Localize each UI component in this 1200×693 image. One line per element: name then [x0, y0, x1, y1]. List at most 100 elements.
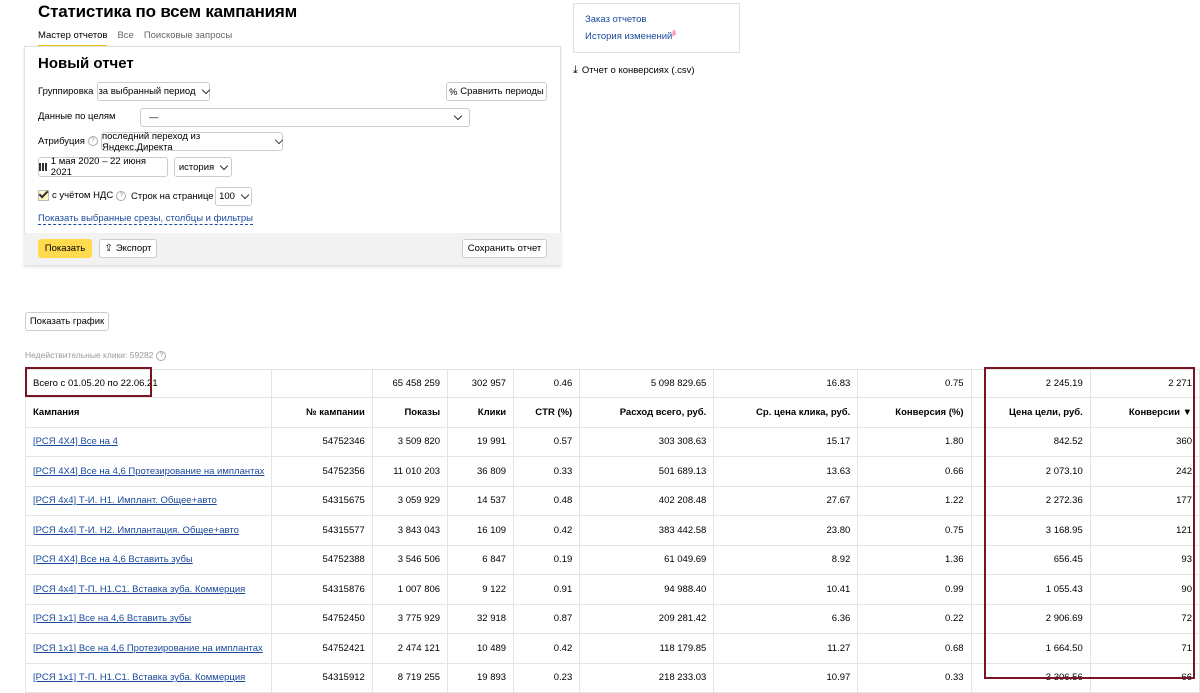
- vat-label: с учётом НДС: [52, 190, 114, 201]
- campaign-link[interactable]: [РСЯ 4х4] Т-И. Н2. Имплантация. Общее+ав…: [33, 525, 239, 536]
- goals-select[interactable]: —: [140, 108, 470, 127]
- show-filters-link[interactable]: Показать выбранные срезы, столбцы и филь…: [38, 213, 253, 225]
- table-total-row-cell: 0.46: [513, 369, 581, 398]
- table-row-cell: 54315577: [271, 515, 373, 546]
- compare-periods-button[interactable]: % Сравнить периоды: [446, 82, 547, 101]
- table-row-cell: 0.33: [513, 456, 581, 487]
- conversions-report-link[interactable]: ⤓ Отчет о конверсиях (.csv): [573, 64, 695, 77]
- date-range-value: 1 мая 2020 – 22 июня 2021: [50, 156, 147, 178]
- campaign-link[interactable]: [РСЯ 4Х4] Все на 4,6 Протезирование на и…: [33, 466, 264, 477]
- tab-search-queries[interactable]: Поисковые запросы: [144, 30, 232, 47]
- checkmark-icon: [38, 188, 49, 201]
- history-value: история: [178, 161, 215, 173]
- table-row-cell: [РСЯ 4Х4] Все на 4: [24, 426, 273, 457]
- table-row-cell: 0.48: [513, 485, 581, 516]
- side-links-box: [573, 3, 740, 53]
- table-total-row-cell: 302 957: [447, 369, 515, 398]
- table-row-cell: 10 489: [447, 633, 515, 664]
- table-header-row-cell: Расход всего, руб.: [579, 397, 715, 428]
- table-row-cell: 27.67: [713, 485, 859, 516]
- table-header-row-cell: CTR (%): [513, 397, 581, 428]
- table-row-cell: 0.91: [513, 574, 581, 605]
- show-button[interactable]: Показать: [38, 239, 92, 258]
- table-row-cell: [РСЯ 4х4] Т-И. Н1. Имплант. Общее+авто: [24, 485, 273, 516]
- table-row-cell: 11.27: [713, 633, 859, 664]
- export-icon: ⇪: [104, 243, 113, 254]
- history-select[interactable]: история: [174, 157, 232, 177]
- table-row-cell: 1.22: [857, 485, 972, 516]
- show-chart-button[interactable]: Показать график: [25, 312, 109, 331]
- table-header-row-cell: Конверсия (%): [857, 397, 972, 428]
- table-row-cell: 0.42: [513, 633, 581, 664]
- export-button[interactable]: ⇪ Экспорт: [99, 239, 157, 258]
- table-row-cell: 54752450: [271, 603, 373, 634]
- table-row-cell: 3 546 506: [371, 544, 449, 575]
- table-header-row-cell: № кампании: [271, 397, 373, 428]
- table-row-cell: 1.36: [857, 544, 972, 575]
- table-row-cell: 0.99: [857, 574, 972, 605]
- table-row-cell: 14 537: [447, 485, 515, 516]
- table-row-cell: 54752388: [271, 544, 373, 575]
- goals-label: Данные по целям: [38, 111, 116, 122]
- table-row-cell: 23.80: [713, 515, 859, 546]
- campaign-link[interactable]: [РСЯ 4х4] Т-П. Н1.С1. Вставка зуба. Комм…: [33, 584, 245, 595]
- table-row-cell: 218 233.03: [579, 662, 715, 693]
- order-reports-link[interactable]: Заказ отчетов: [585, 14, 646, 25]
- campaign-link[interactable]: [РСЯ 1х1] Все на 4,6 Протезирование на и…: [33, 643, 263, 654]
- save-report-button[interactable]: Сохранить отчет: [462, 239, 547, 258]
- campaign-link[interactable]: [РСЯ 1х1] Все на 4,6 Вставить зубы: [33, 613, 191, 624]
- table-row-cell: 54315876: [271, 574, 373, 605]
- table-row-cell: 402 208.48: [579, 485, 715, 516]
- table-row-cell: [РСЯ 4х4] Т-И. Н2. Имплантация. Общее+ав…: [24, 515, 273, 546]
- table-row-cell: 303 308.63: [579, 426, 715, 457]
- grouping-label: Группировка: [38, 86, 94, 97]
- report-tabs: Мастер отчетов Все Поисковые запросы: [38, 30, 232, 47]
- grouping-select[interactable]: за выбранный период: [97, 82, 210, 101]
- table-total-row-cell: 65 458 259: [371, 369, 449, 398]
- table-header-row-cell: Показы: [371, 397, 449, 428]
- help-icon[interactable]: ?: [87, 136, 98, 147]
- table-row-cell: 0.66: [857, 456, 972, 487]
- date-range-picker[interactable]: 1 мая 2020 – 22 июня 2021: [38, 156, 168, 178]
- campaign-link[interactable]: [РСЯ 4Х4] Все на 4: [33, 436, 118, 447]
- chevron-down-icon: [219, 161, 229, 170]
- table-row-cell: 6 847: [447, 544, 515, 575]
- table-row-cell: 54315675: [271, 485, 373, 516]
- campaign-link[interactable]: [РСЯ 4Х4] Все на 4,6 Вставить зубы: [33, 554, 193, 565]
- table-row-cell: 0.19: [513, 544, 581, 575]
- change-history-link[interactable]: История измененийβ: [585, 31, 676, 42]
- table-row-cell: 61 049.69: [579, 544, 715, 575]
- table-row-cell: [РСЯ 4Х4] Все на 4,6 Вставить зубы: [24, 544, 273, 575]
- attribution-select[interactable]: последний переход из Яндекс.Директа: [101, 130, 284, 153]
- table-row-cell: 54752421: [271, 633, 373, 664]
- help-icon[interactable]: ?: [156, 350, 167, 361]
- attribution-value: последний переход из Яндекс.Директа: [102, 130, 201, 153]
- table-row-cell: 54752346: [271, 426, 373, 457]
- help-icon[interactable]: ?: [116, 190, 127, 201]
- campaign-link[interactable]: [РСЯ 4х4] Т-И. Н1. Имплант. Общее+авто: [33, 495, 217, 506]
- table-header-row-cell: Кампания: [24, 397, 273, 428]
- table-row-cell: [РСЯ 4х4] Т-П. Н1.С1. Вставка зуба. Комм…: [24, 574, 273, 605]
- table-row-cell: 501 689.13: [579, 456, 715, 487]
- rows-per-page-label: Строк на странице: [131, 191, 214, 202]
- table-row-cell: 0.87: [513, 603, 581, 634]
- table-row-cell: 0.42: [513, 515, 581, 546]
- table-row-cell: 10.41: [713, 574, 859, 605]
- chevron-down-icon: [453, 111, 463, 121]
- table-row-cell: 2 474 121: [371, 633, 449, 664]
- table-row-cell: 3 843 043: [371, 515, 449, 546]
- vat-checkbox[interactable]: с учётом НДС?: [38, 188, 127, 201]
- table-row-cell: 36 809: [447, 456, 515, 487]
- highlight-total-period: [25, 367, 152, 397]
- tab-all[interactable]: Все: [117, 30, 133, 47]
- tab-report-wizard[interactable]: Мастер отчетов: [38, 30, 108, 47]
- grouping-value: за выбранный период: [98, 86, 196, 97]
- table-row-cell: 1.80: [857, 426, 972, 457]
- table-row-cell: 9 122: [447, 574, 515, 605]
- table-row-cell: [РСЯ 1х1] Все на 4,6 Протезирование на и…: [24, 633, 273, 664]
- table-row-cell: 3 059 929: [371, 485, 449, 516]
- attribution-label: Атрибуция?: [38, 136, 98, 147]
- rows-per-page-select[interactable]: 100: [215, 187, 252, 206]
- table-row-cell: 118 179.85: [579, 633, 715, 664]
- table-header-row-cell: Клики: [447, 397, 515, 428]
